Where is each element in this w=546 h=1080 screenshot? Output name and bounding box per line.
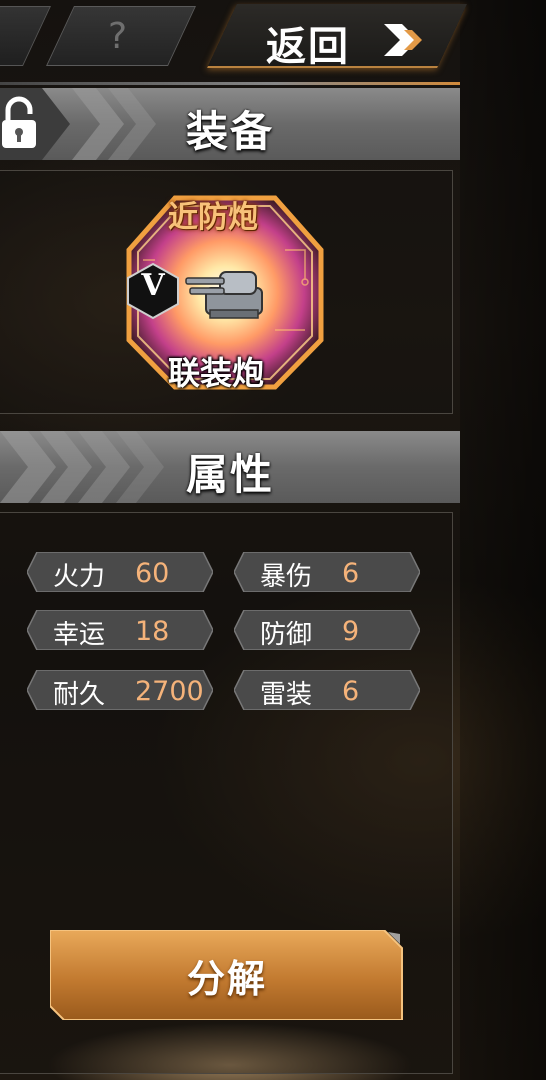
stat-label: 火力: [53, 562, 106, 592]
stat-label: 暴伤: [260, 562, 313, 592]
stat-value: 2700: [135, 676, 204, 707]
back-button-label: 返回: [266, 24, 350, 70]
stat-luck: 幸运 18: [27, 610, 213, 650]
attributes-section-title: 属性: [185, 450, 274, 499]
stat-firepower: 火力 60: [27, 552, 213, 592]
equipment-type-label: 近防炮: [168, 200, 258, 235]
stat-value: 6: [342, 558, 360, 589]
stat-value: 6: [342, 676, 360, 707]
stat-label: 幸运: [53, 620, 106, 650]
top-bar-divider: [0, 82, 460, 85]
help-label: ?: [108, 16, 128, 57]
nav-tab-left[interactable]: [0, 6, 51, 66]
stat-value: 18: [135, 616, 170, 647]
stat-label: 防御: [260, 620, 313, 650]
stat-crit-damage: 暴伤 6: [234, 552, 420, 592]
equipment-name-label: 联装炮: [168, 354, 265, 392]
top-bar: ? 返回: [0, 0, 467, 82]
stat-defense: 防御 9: [234, 610, 420, 650]
stat-torpedo: 雷装 6: [234, 670, 420, 710]
stat-label: 雷装: [260, 680, 313, 710]
chevron-right-icon: [384, 24, 422, 56]
twin-gun-turret-icon: [185, 271, 263, 319]
stat-value: 9: [342, 616, 360, 647]
equipment-section-title: 装备: [185, 107, 274, 156]
background-shade: [460, 0, 546, 1080]
stat-value: 60: [135, 558, 170, 589]
rank-badge-label: V: [141, 268, 165, 303]
stat-label: 耐久: [53, 680, 106, 710]
decompose-button-label: 分解: [186, 957, 267, 1001]
stat-durability: 耐久 2700: [27, 670, 213, 710]
